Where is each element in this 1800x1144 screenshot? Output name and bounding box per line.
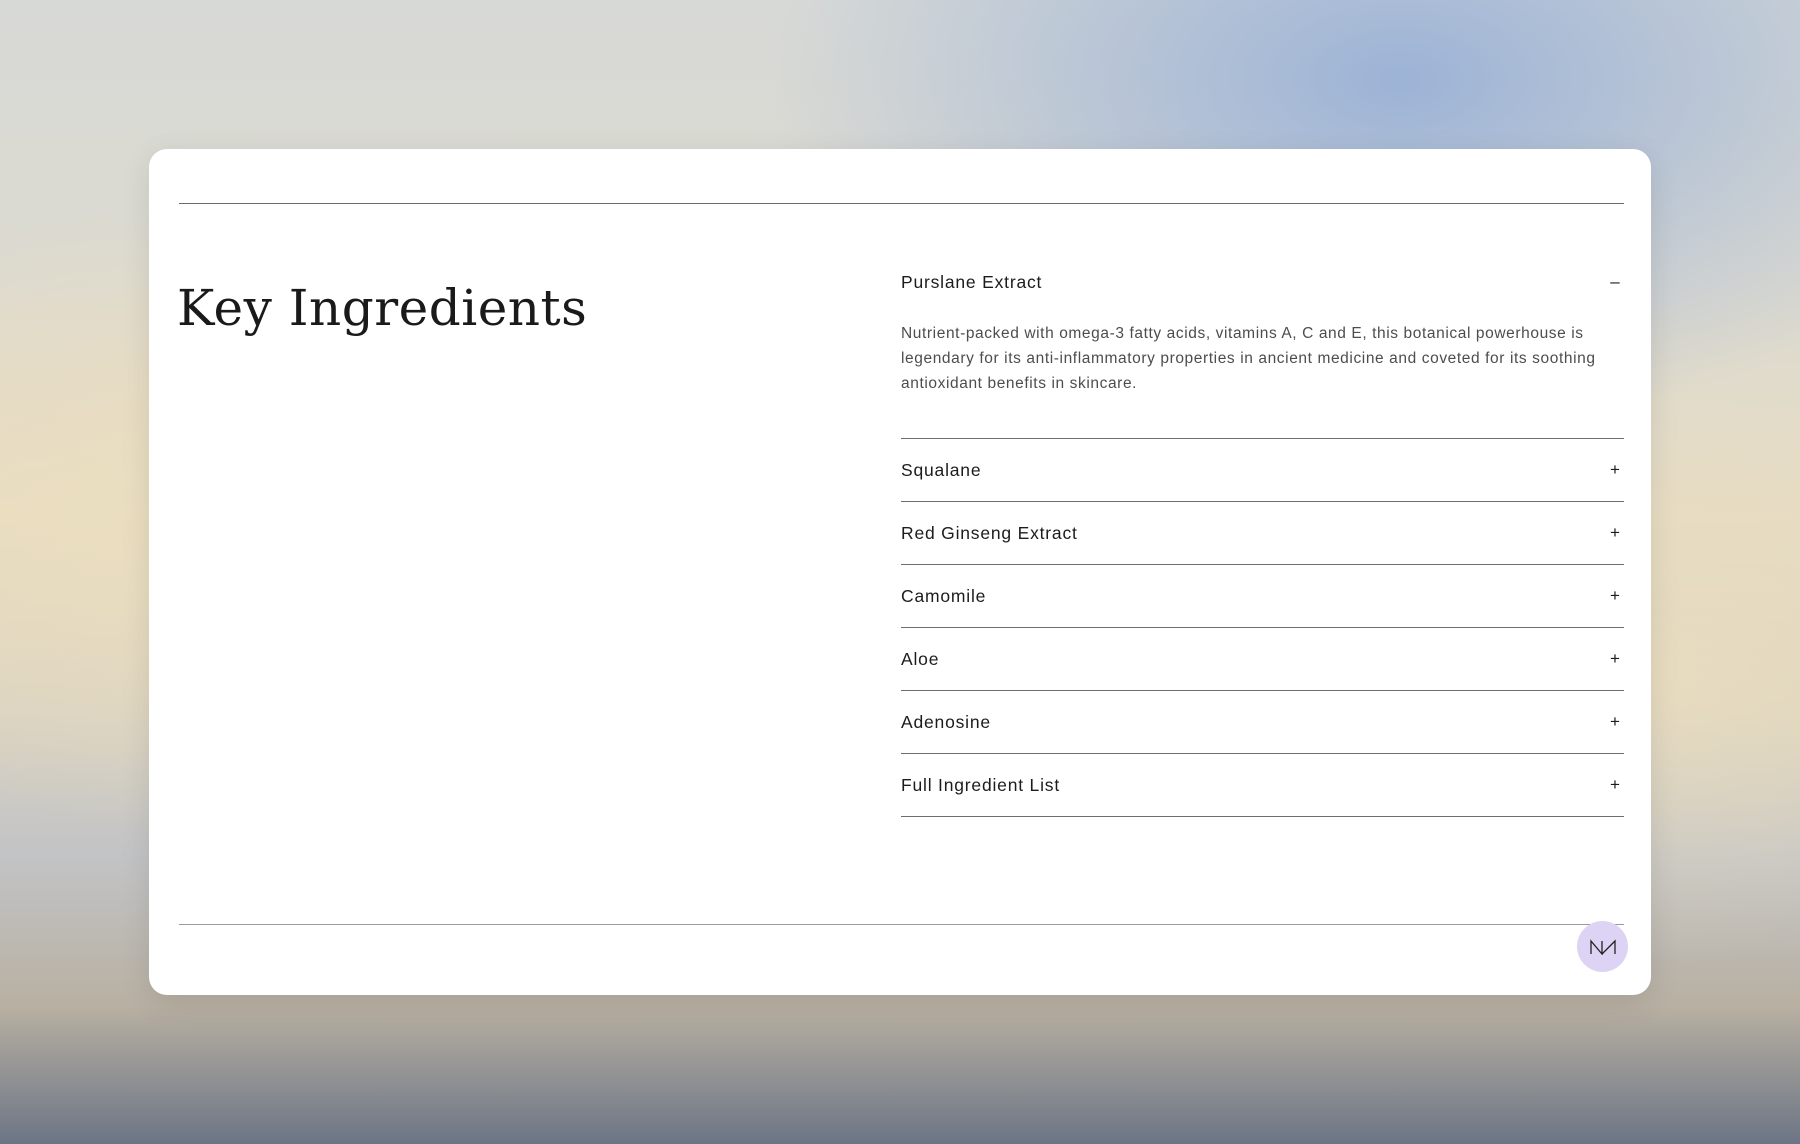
- logo-badge[interactable]: [1577, 921, 1628, 972]
- expand-plus-icon[interactable]: +: [1607, 460, 1623, 480]
- bottom-divider: [179, 924, 1624, 925]
- accordion-item-squalane: Squalane +: [901, 439, 1624, 502]
- expand-plus-icon[interactable]: +: [1607, 523, 1623, 543]
- expand-plus-icon[interactable]: +: [1607, 775, 1623, 795]
- accordion-label: Red Ginseng Extract: [901, 522, 1078, 543]
- accordion-description: Nutrient-packed with omega-3 fatty acids…: [901, 325, 1596, 392]
- accordion-label: Aloe: [901, 648, 940, 669]
- accordion-header-squalane[interactable]: Squalane +: [901, 439, 1624, 501]
- nm-monogram-icon: [1589, 938, 1616, 955]
- ingredients-card: Key Ingredients Purslane Extract – Nutri…: [149, 149, 1651, 995]
- collapse-minus-icon[interactable]: –: [1607, 272, 1623, 292]
- section-title: Key Ingredients: [177, 279, 588, 337]
- expand-plus-icon[interactable]: +: [1607, 586, 1623, 606]
- accordion-header-camomile[interactable]: Camomile +: [901, 565, 1624, 627]
- accordion-label: Purslane Extract: [901, 271, 1043, 292]
- accordion-item-red-ginseng-extract: Red Ginseng Extract +: [901, 502, 1624, 565]
- accordion-header-red-ginseng-extract[interactable]: Red Ginseng Extract +: [901, 502, 1624, 564]
- accordion-item-purslane-extract: Purslane Extract – Nutrient-packed with …: [901, 265, 1624, 439]
- accordion-label: Adenosine: [901, 711, 991, 732]
- accordion-header-aloe[interactable]: Aloe +: [901, 628, 1624, 690]
- top-divider: [179, 203, 1624, 204]
- accordion-label: Full Ingredient List: [901, 774, 1060, 795]
- accordion-header-full-ingredient-list[interactable]: Full Ingredient List +: [901, 754, 1624, 816]
- accordion-header-purslane-extract[interactable]: Purslane Extract –: [901, 265, 1624, 299]
- accordion-item-adenosine: Adenosine +: [901, 691, 1624, 754]
- accordion-item-camomile: Camomile +: [901, 565, 1624, 628]
- accordion-item-full-ingredient-list: Full Ingredient List +: [901, 754, 1624, 817]
- expand-plus-icon[interactable]: +: [1607, 649, 1623, 669]
- accordion-label: Camomile: [901, 585, 987, 606]
- expand-plus-icon[interactable]: +: [1607, 712, 1623, 732]
- accordion-label: Squalane: [901, 459, 982, 480]
- accordion-header-adenosine[interactable]: Adenosine +: [901, 691, 1624, 753]
- ingredients-accordion: Purslane Extract – Nutrient-packed with …: [901, 265, 1624, 817]
- accordion-item-aloe: Aloe +: [901, 628, 1624, 691]
